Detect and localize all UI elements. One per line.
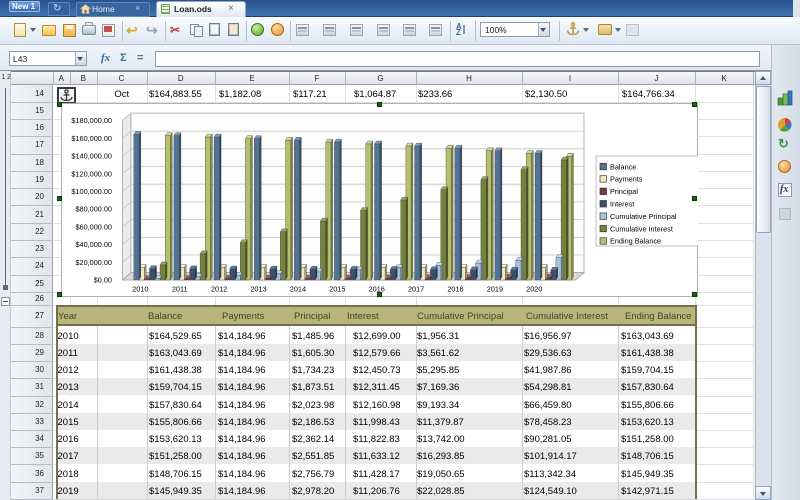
svg-text:2013: 2013: [250, 285, 266, 294]
svg-text:Cumulative Interest: Cumulative Interest: [610, 224, 673, 233]
svg-text:$60,000.00: $60,000.00: [75, 222, 112, 231]
svg-text:2017: 2017: [408, 285, 424, 294]
svg-text:2020: 2020: [526, 285, 542, 294]
svg-text:$0.00: $0.00: [94, 276, 112, 285]
svg-text:Cumulative Principal: Cumulative Principal: [610, 212, 677, 221]
svg-text:$180,000.00: $180,000.00: [71, 116, 112, 125]
svg-text:Interest: Interest: [610, 200, 634, 209]
svg-text:$160,000.00: $160,000.00: [71, 134, 112, 143]
svg-text:2015: 2015: [329, 285, 345, 294]
svg-text:Ending Balance: Ending Balance: [610, 237, 661, 246]
svg-text:2018: 2018: [447, 285, 463, 294]
svg-text:2012: 2012: [211, 285, 227, 294]
svg-text:Balance: Balance: [610, 162, 636, 171]
svg-text:$80,000.00: $80,000.00: [75, 205, 112, 214]
svg-text:2011: 2011: [172, 285, 188, 294]
svg-text:2010: 2010: [132, 285, 148, 294]
svg-text:$100,000.00: $100,000.00: [71, 187, 112, 196]
svg-text:$20,000.00: $20,000.00: [75, 258, 112, 267]
svg-text:2019: 2019: [487, 285, 503, 294]
svg-text:$120,000.00: $120,000.00: [71, 169, 112, 178]
svg-text:2014: 2014: [290, 285, 306, 294]
svg-text:$40,000.00: $40,000.00: [75, 240, 112, 249]
svg-text:$140,000.00: $140,000.00: [71, 152, 112, 161]
svg-text:Principal: Principal: [610, 187, 638, 196]
svg-text:Payments: Payments: [610, 175, 643, 184]
